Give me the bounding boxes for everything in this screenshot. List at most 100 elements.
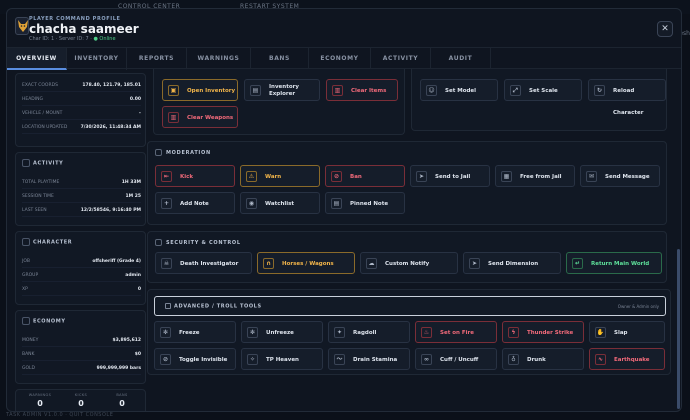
scrollbar[interactable] xyxy=(677,69,680,409)
watchlist-button[interactable]: ◉ Watchlist xyxy=(240,192,320,214)
kv-job: JOB offsheriff (Grade 4) xyxy=(22,256,141,268)
death-investigator-button[interactable]: ☠ Death Investigator xyxy=(155,252,252,274)
set-on-fire-button[interactable]: ♨ Set on Fire xyxy=(415,321,497,343)
ragdoll-icon: ✦ xyxy=(334,327,345,338)
tp-heaven-button[interactable]: ✧ TP Heaven xyxy=(241,348,323,370)
tab-bar: OVERVIEW INVENTORY REPORTS WARNINGS BANS… xyxy=(7,47,681,70)
coin-icon xyxy=(22,317,30,325)
trash-icon: ▥ xyxy=(332,85,343,96)
send-dimension-button[interactable]: ➤ Send Dimension xyxy=(463,252,561,274)
kick-icon: ⇤ xyxy=(161,171,172,182)
toggle-invisible-button[interactable]: ⊘ Toggle Invisible xyxy=(154,348,236,370)
set-model-button[interactable]: ☺ Set Model xyxy=(420,79,498,101)
scrollbar-thumb[interactable] xyxy=(677,249,680,409)
avatar xyxy=(15,17,29,35)
modal-header: PLAYER COMMAND PROFILE chacha saameer Ch… xyxy=(7,9,681,47)
economy-title: ECONOMY xyxy=(22,317,66,325)
clear-items-button[interactable]: ▥ Clear Items xyxy=(326,79,398,101)
cuff-uncuff-button[interactable]: ∞ Cuff / Uncuff xyxy=(415,348,497,370)
add-note-button[interactable]: + Add Note xyxy=(155,192,235,214)
clear-weapons-button[interactable]: ▥ Clear Weapons xyxy=(162,106,238,128)
economy-card: ECONOMY MONEY $3,895,612 BANK $0 GOLD 999,9… xyxy=(15,310,146,384)
send-to-jail-button[interactable]: ➤ Send to Jail xyxy=(410,165,490,187)
box-icon: ▤ xyxy=(250,85,261,96)
horseshoe-icon: ∩ xyxy=(263,258,274,269)
close-button[interactable]: ✕ xyxy=(657,21,673,37)
message-icon: ✉ xyxy=(586,171,597,182)
kv-exact-coords: EXACT COORDS 178.40, 121.79, 185.01 xyxy=(22,80,141,92)
reload-character-button[interactable]: ↻ Reload Character xyxy=(588,79,666,116)
ids-text: Char ID: 1 · Server ID: 7 · xyxy=(29,36,92,42)
advanced-panel: ADVANCED / TROLL TOOLS Owner & Admin onl… xyxy=(147,289,671,375)
tab-audit[interactable]: AUDIT xyxy=(431,48,491,70)
slap-button[interactable]: ✋ Slap xyxy=(589,321,665,343)
moderation-panel: MODERATION ⇤ Kick ⚠ Warn ⊘ Ban ➤ Send to Jai… xyxy=(147,141,667,225)
advanced-title: ADVANCED / TROLL TOOLS xyxy=(165,303,262,310)
fire-icon: ♨ xyxy=(421,327,432,338)
unfreeze-button[interactable]: ✻ Unfreeze xyxy=(241,321,323,343)
earthquake-button[interactable]: ∿ Earthquake xyxy=(589,348,665,370)
note-icon: ▤ xyxy=(331,198,342,209)
kv-vehicle: VEHICLE / MOUNT – xyxy=(22,108,141,120)
clock-icon xyxy=(22,159,30,167)
ragdoll-button[interactable]: ✦ Ragdoll xyxy=(328,321,410,343)
model-actions-panel: ☺ Set Model ⤢ Set Scale ↻ Reload Character xyxy=(411,69,667,131)
pulse-icon: ∿ xyxy=(595,354,606,365)
warn-button[interactable]: ⚠ Warn xyxy=(240,165,320,187)
pinned-note-button[interactable]: ▤ Pinned Note xyxy=(325,192,405,214)
counts-card: WARNINGS 0 KICKS 0 BANS 0 xyxy=(15,389,146,411)
send-icon: ➤ xyxy=(416,171,427,182)
skull-icon: ☠ xyxy=(161,258,172,269)
trash-icon: ▥ xyxy=(168,112,179,123)
tab-economy[interactable]: ECONOMY xyxy=(309,48,371,70)
ban-button[interactable]: ⊘ Ban xyxy=(325,165,405,187)
moderation-title: MODERATION xyxy=(155,149,211,156)
count-kicks: KICKS 0 xyxy=(74,393,88,408)
location-card: EXACT COORDS 178.40, 121.79, 185.01 HEADI… xyxy=(15,73,146,147)
eye-off-icon: ⊘ xyxy=(160,354,171,365)
snowflake-icon: ✻ xyxy=(160,327,171,338)
kick-button[interactable]: ⇤ Kick xyxy=(155,165,235,187)
drunk-button[interactable]: ♁ Drunk xyxy=(502,348,584,370)
thunder-strike-button[interactable]: ϟ Thunder Strike xyxy=(502,321,584,343)
advanced-note: Owner & Admin only xyxy=(617,304,659,309)
kv-xp: XP 0 xyxy=(22,284,141,296)
online-status: ● Online xyxy=(93,36,116,42)
eye-icon: ◉ xyxy=(246,198,257,209)
character-title: CHARACTER xyxy=(22,238,72,246)
bg-footer: TASK ADMIN V1.0.0 · QUIT CONSOLE xyxy=(6,412,114,418)
count-warnings: WARNINGS 0 xyxy=(28,393,52,408)
horses-wagons-button[interactable]: ∩ Horses / Wagons xyxy=(257,252,355,274)
free-from-jail-button[interactable]: ▦ Free from Jail xyxy=(495,165,575,187)
activity-title: ACTIVITY xyxy=(22,159,63,167)
handcuffs-icon: ∞ xyxy=(421,354,432,365)
tab-overview[interactable]: OVERVIEW xyxy=(7,48,67,70)
send-message-button[interactable]: ✉ Send Message xyxy=(580,165,660,187)
open-inventory-button[interactable]: ▣ Open Inventory xyxy=(162,79,238,101)
tab-bans[interactable]: BANS xyxy=(251,48,309,70)
drain-stamina-button[interactable]: 〜 Drain Stamina xyxy=(328,348,410,370)
freeze-button[interactable]: ✻ Freeze xyxy=(154,321,236,343)
kv-last-seen: LAST SEEN 12/2/58546, 9:16:40 PM xyxy=(22,205,141,217)
tab-inventory[interactable]: INVENTORY xyxy=(67,48,127,70)
return-main-world-button[interactable]: ↵ Return Main World xyxy=(566,252,662,274)
set-scale-button[interactable]: ⤢ Set Scale xyxy=(504,79,582,101)
kv-money: MONEY $3,895,612 xyxy=(22,335,141,347)
kv-gold: GOLD 999,999,999 bars xyxy=(22,363,141,375)
person-icon: ☺ xyxy=(426,85,437,96)
kv-heading: HEADING 0.00 xyxy=(22,94,141,106)
character-card: CHARACTER JOB offsheriff (Grade 4) GROUP a… xyxy=(15,231,146,305)
tools-icon xyxy=(165,303,171,309)
advanced-header[interactable]: ADVANCED / TROLL TOOLS Owner & Admin onl… xyxy=(154,296,666,316)
tab-reports[interactable]: REPORTS xyxy=(127,48,187,70)
custom-notify-button[interactable]: ☁ Custom Notify xyxy=(360,252,458,274)
inventory-explorer-button[interactable]: ▤ Inventory Explorer xyxy=(244,79,320,101)
tab-activity[interactable]: ACTIVITY xyxy=(371,48,431,70)
close-icon: ✕ xyxy=(661,24,669,34)
reload-icon: ↻ xyxy=(594,85,605,96)
count-bans: BANS 0 xyxy=(116,393,128,408)
bag-icon: ▣ xyxy=(168,85,179,96)
kv-session-time: SESSION TIME 1M 25 xyxy=(22,191,141,203)
shield-icon xyxy=(155,149,162,156)
tab-warnings[interactable]: WARNINGS xyxy=(187,48,251,70)
